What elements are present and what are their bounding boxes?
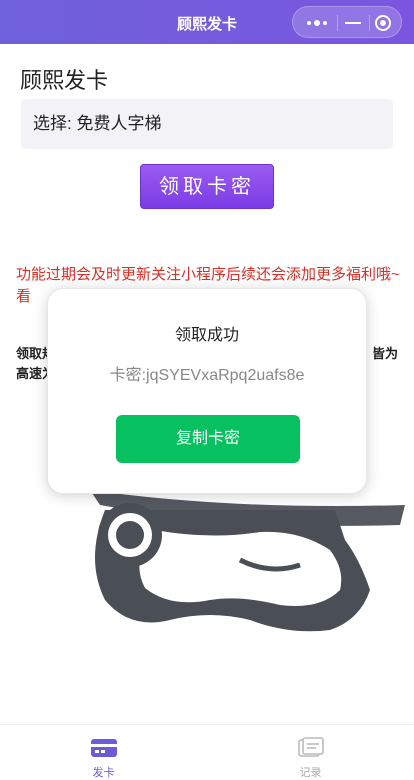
card-code: 卡密:jqSYEVxaRpq2uafs8e — [109, 367, 305, 384]
capsule-divider — [369, 15, 370, 31]
tab-card-label: 发卡 — [92, 767, 115, 779]
card-icon — [91, 739, 117, 757]
minimize-icon[interactable] — [341, 13, 365, 33]
target-close-icon[interactable] — [373, 13, 393, 33]
rules-line1-right: 皆为 — [371, 346, 398, 361]
records-icon — [298, 737, 324, 757]
tab-records[interactable]: 记录 — [207, 725, 414, 780]
detective-illustration-svg — [90, 490, 405, 632]
tab-records-label: 记录 — [299, 767, 322, 779]
detective-illustration — [60, 470, 410, 650]
mini-program-capsule — [292, 6, 402, 38]
modal-title: 领取成功 — [174, 327, 239, 344]
tab-card[interactable]: 发卡 — [0, 725, 207, 780]
shop-title: 顾熙发卡 — [20, 68, 109, 93]
success-modal: 领取成功 卡密:jqSYEVxaRpq2uafs8e 复制卡密 — [47, 288, 367, 494]
capsule-divider — [337, 15, 338, 31]
product-select[interactable]: 选择: 免费人字梯 — [21, 99, 393, 149]
get-card-button[interactable]: 领取卡密 — [140, 164, 274, 209]
navigation-bar: 顾熙发卡 — [0, 0, 414, 44]
copy-code-button[interactable]: 复制卡密 — [116, 415, 300, 463]
tab-bar: 发卡 记录 — [0, 724, 414, 780]
more-dots-icon[interactable] — [303, 13, 333, 33]
